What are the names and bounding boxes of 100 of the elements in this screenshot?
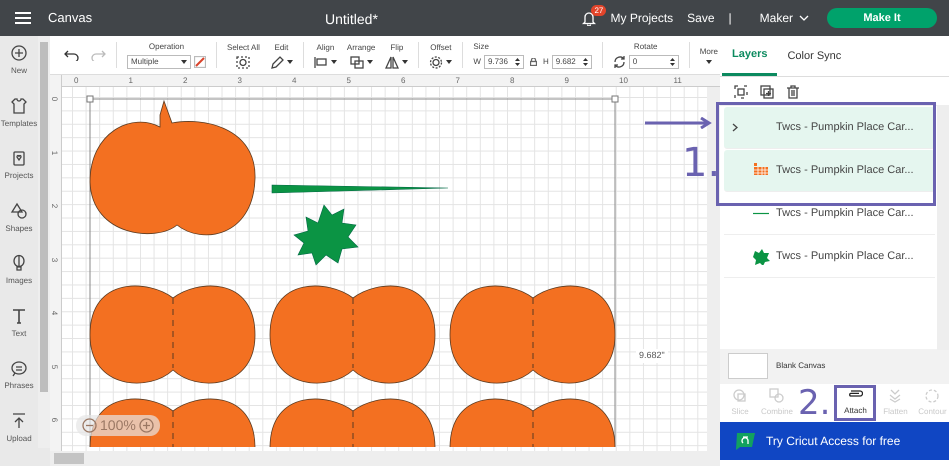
ruler-number: 9 (564, 75, 569, 87)
sidebar-item[interactable]: Upload (0, 410, 38, 462)
blank-canvas-swatch[interactable] (728, 353, 768, 379)
nav-link[interactable]: Save (687, 9, 715, 27)
size-label: Size (473, 41, 489, 53)
ruler-number: 4 (49, 310, 60, 316)
select-all-icon[interactable] (236, 56, 250, 68)
color-swatch-icon[interactable] (194, 56, 206, 68)
layer-item[interactable]: Twcs - Pumpkin Place Car... (724, 150, 935, 192)
sidebar-item[interactable]: Templates (0, 94, 38, 147)
pencil-icon[interactable] (270, 56, 284, 68)
sidebar-item[interactable]: Text (0, 304, 38, 357)
spinner-icon (670, 58, 675, 66)
spinner-icon (582, 58, 588, 66)
pumpkin-shape[interactable] (450, 398, 616, 447)
operation-select[interactable]: Multiple (127, 55, 191, 69)
separator: | (728, 10, 732, 27)
upload-icon (10, 412, 28, 430)
caret-icon (286, 60, 293, 64)
operation-label: Operation (148, 41, 184, 53)
list-scrollbar[interactable] (937, 106, 949, 350)
ruler-number: 1 (128, 75, 133, 87)
shirt-icon (10, 96, 28, 114)
notification-badge: 27 (591, 5, 606, 16)
ruler-number: 6 (49, 418, 60, 422)
flip-icon[interactable] (385, 56, 400, 68)
trash-icon[interactable] (786, 84, 800, 98)
layer-item[interactable]: Twcs - Pumpkin Place Car... (724, 236, 935, 278)
ruler-number: 0 (49, 96, 60, 102)
blank-canvas-label: Blank Canvas (776, 360, 826, 372)
ruler-number: 3 (238, 75, 242, 87)
duplicate-icon[interactable] (760, 84, 774, 98)
pumpkin-shape[interactable] (90, 100, 256, 236)
ruler-number: 2 (183, 75, 188, 87)
cricut-access-banner[interactable]: Try Cricut Access for free (720, 422, 949, 460)
machine-select[interactable]: Maker (760, 9, 809, 27)
rotate-field[interactable]: 0 (628, 55, 679, 69)
ruler-number: 8 (510, 75, 514, 87)
ruler-number: 5 (49, 364, 60, 369)
stem-shape[interactable] (272, 184, 448, 194)
annotation-number: 2. (798, 386, 830, 420)
select-all-label: Select All (227, 42, 260, 54)
sidebar-item[interactable]: New (0, 42, 38, 94)
sidebar-item[interactable]: Shapes (0, 200, 38, 252)
caret-icon[interactable] (706, 60, 712, 64)
dimension-label: 9.682" (636, 349, 668, 362)
annotation-number: 1. (682, 143, 720, 183)
panel-tab[interactable]: Layers (722, 36, 778, 76)
make-it-button[interactable]: Make It (827, 8, 937, 28)
sidebar-item[interactable]: Images (0, 252, 38, 304)
edit-label: Edit (274, 42, 288, 54)
plus-icon (10, 44, 28, 62)
group-icon[interactable] (734, 84, 748, 98)
speech-bubble-icon (10, 359, 28, 377)
rotate-icon[interactable] (612, 56, 626, 68)
nav-link[interactable]: My Projects (610, 9, 674, 27)
offset-icon[interactable] (429, 56, 444, 68)
ruler-number: 4 (292, 75, 296, 87)
align-label: Align (316, 42, 334, 54)
ruler-number: 0 (74, 75, 78, 87)
cricut-logo-icon (734, 430, 756, 450)
bell-icon[interactable] (582, 10, 596, 26)
number-field[interactable]: 9.736 (484, 55, 524, 69)
horizontal-scrollbar[interactable] (50, 451, 720, 466)
offset-label: Offset (430, 42, 452, 54)
lock-icon[interactable] (530, 58, 537, 66)
layer-item[interactable]: Twcs - Pumpkin Place Car... (724, 192, 935, 234)
ruler-number: 2 (49, 204, 60, 208)
more-label: More (700, 46, 718, 58)
undo-icon[interactable] (64, 49, 80, 61)
align-icon[interactable] (314, 56, 328, 68)
document-title: Untitled* (325, 10, 378, 29)
number-field[interactable]: 9.682 (552, 55, 592, 69)
menu-icon[interactable] (14, 11, 32, 25)
pumpkin-shape[interactable] (270, 286, 436, 384)
sidebar-item[interactable]: Projects (0, 147, 38, 200)
ruler-number: 1 (49, 150, 60, 155)
sidebar-scrollbar[interactable] (38, 36, 50, 448)
leaf-thumbnail (752, 247, 770, 265)
flip-label: Flip (390, 42, 404, 54)
leaf-shape[interactable] (293, 204, 359, 266)
pumpkin-shape[interactable] (270, 398, 436, 447)
caret-icon (366, 60, 373, 64)
ruler-number: 7 (456, 75, 460, 87)
panel-tab[interactable]: Color Sync (777, 36, 852, 76)
tool-button[interactable]: Attach (834, 384, 876, 420)
sidebar-item[interactable]: Phrases (0, 357, 38, 410)
caret-icon (330, 60, 337, 64)
zoom-out-icon[interactable] (82, 418, 97, 433)
chevron-down-icon (799, 15, 809, 21)
caret-icon (446, 60, 452, 64)
layer-item[interactable]: Twcs - Pumpkin Place Car... (724, 106, 935, 148)
arrange-icon[interactable] (350, 56, 364, 68)
ruler-number: 5 (346, 75, 351, 87)
caret-icon (402, 60, 408, 64)
pumpkin-shape[interactable] (90, 286, 256, 384)
chevron-right-icon[interactable] (732, 122, 738, 132)
combine-icon (769, 388, 785, 404)
shapes-icon (10, 202, 28, 220)
pumpkin-shape[interactable] (450, 286, 616, 384)
